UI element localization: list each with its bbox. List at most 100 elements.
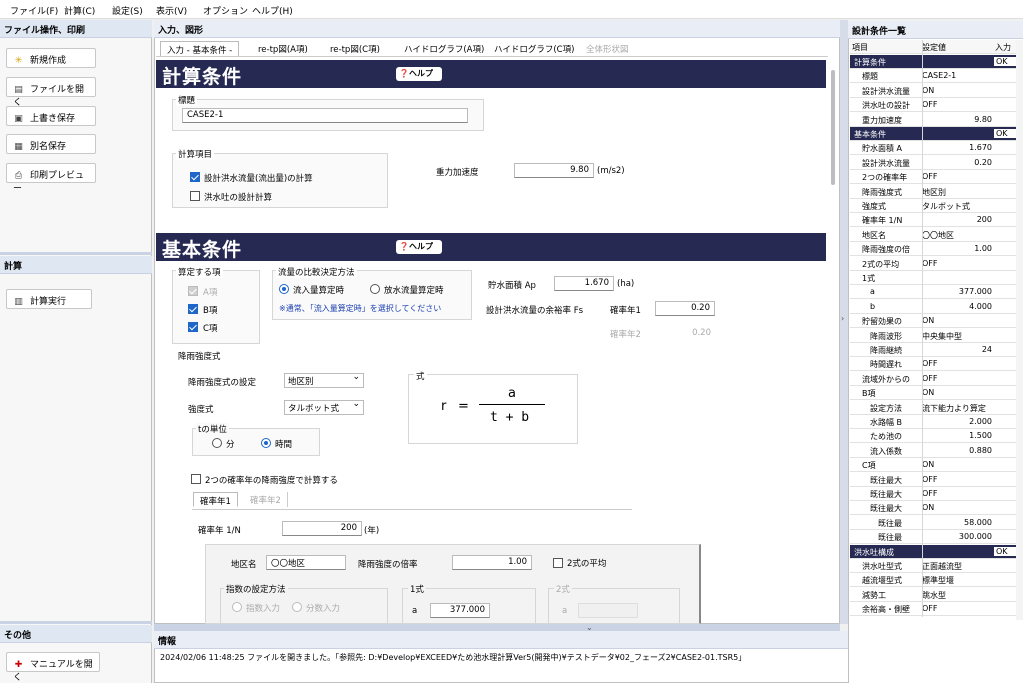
grid-row[interactable]: 既往最 300.000: [850, 530, 1022, 545]
grid-group-row[interactable]: 計算条件 OK: [850, 55, 1022, 69]
splitter[interactable]: [154, 624, 840, 631]
prob2-label: 確率年2: [610, 330, 641, 340]
menu-file[interactable]: ファイル(F): [10, 4, 58, 17]
rain-setting-select[interactable]: 地区別: [284, 372, 364, 388]
grid-row[interactable]: 貯水面積 A 1.670: [850, 141, 1022, 156]
t-minute-radio[interactable]: [212, 438, 222, 448]
save-as-button[interactable]: ▦ 別名保存: [6, 134, 96, 154]
grid-row[interactable]: 既往最 58.000: [850, 516, 1022, 530]
col-value: 設定値: [922, 43, 946, 52]
grid-row[interactable]: 貯留効果の ON: [850, 314, 1022, 329]
area-input[interactable]: 1.670: [554, 276, 614, 291]
grid-row[interactable]: 水路幅 B 2.000: [850, 415, 1022, 429]
grid-row[interactable]: 余裕高・側壁 OFF: [850, 602, 1022, 617]
grid-item-label: a: [870, 287, 875, 297]
grid-item-label: 洪水吐の設計: [862, 101, 910, 111]
grid-row[interactable]: ため池の 1.500: [850, 429, 1022, 444]
help-button[interactable]: ❓ヘルプ: [396, 240, 442, 254]
grid-group-row[interactable]: 洪水吐構成 OK: [850, 544, 1022, 559]
grid-item-label: 既往最: [878, 533, 902, 543]
tab-overall[interactable]: 全体形状図: [580, 41, 635, 56]
spillway-checkbox[interactable]: [190, 191, 200, 201]
grid-row[interactable]: 2式の平均 OFF: [850, 257, 1022, 271]
grid-row[interactable]: 流入係数 0.880: [850, 444, 1022, 458]
grid-row[interactable]: b 4.000: [850, 300, 1022, 314]
menu-options[interactable]: オプション: [203, 4, 248, 17]
formula1-a-input[interactable]: 377.000: [430, 603, 490, 618]
grid-row[interactable]: 降雨強度の倍 1.00: [850, 242, 1022, 257]
grid-row[interactable]: 既往最大 OFF: [850, 473, 1022, 487]
save-button[interactable]: ▣ 上書き保存: [6, 106, 96, 126]
gravity-input[interactable]: 9.80: [514, 163, 594, 178]
menu-calc[interactable]: 計算(C): [64, 4, 95, 17]
menu-settings[interactable]: 設定(S): [112, 4, 143, 17]
scrollbar-thumb[interactable]: [831, 70, 835, 185]
open-button[interactable]: ▤ ファイルを開く: [6, 77, 96, 108]
grid-row[interactable]: 既往最大 ON: [850, 501, 1022, 516]
grid-row[interactable]: 時間遅れ OFF: [850, 357, 1022, 372]
index-input-radio[interactable]: [232, 602, 242, 612]
menu-view[interactable]: 表示(V): [156, 4, 187, 17]
grid-row[interactable]: C項 ON: [850, 458, 1022, 473]
grid-row[interactable]: 降雨強度式 地区別: [850, 185, 1022, 199]
item-a-checkbox[interactable]: [188, 286, 198, 296]
intensity-select[interactable]: タルボット式: [284, 399, 364, 415]
grid-row[interactable]: 設計洪水流量 ON: [850, 84, 1022, 98]
save-as-icon: ▦: [14, 142, 23, 152]
grid-row[interactable]: 降雨継続 24: [850, 343, 1022, 357]
grid-row[interactable]: B項 ON: [850, 386, 1022, 401]
fraction-input-radio[interactable]: [292, 602, 302, 612]
grid-row[interactable]: 降雨波形 中央集中型: [850, 329, 1022, 343]
help-button[interactable]: ❓ヘルプ: [396, 67, 442, 81]
grid-row[interactable]: 確率年 1/N 200: [850, 213, 1022, 228]
grid-row[interactable]: 既往最大 OFF: [850, 487, 1022, 501]
inflow-radio[interactable]: [279, 284, 289, 294]
grid-item-value: タルボット式: [922, 202, 970, 211]
splitter[interactable]: [0, 252, 152, 255]
district-input[interactable]: 〇〇地区: [266, 555, 346, 570]
return-period-input[interactable]: 200: [282, 521, 362, 536]
grid-row[interactable]: 1式: [850, 271, 1022, 285]
title-input[interactable]: CASE2-1: [182, 108, 468, 123]
outflow-radio[interactable]: [370, 284, 380, 294]
grid-row[interactable]: 強度式 タルボット式: [850, 199, 1022, 213]
grid-row[interactable]: 洪水吐型式 正面越流型: [850, 559, 1022, 573]
prob1-input[interactable]: 0.20: [655, 301, 715, 316]
two-prob-checkbox[interactable]: [191, 474, 201, 484]
grid-group-row[interactable]: 基本条件 OK: [850, 127, 1022, 141]
grid-row[interactable]: 設計洪水流量 0.20: [850, 156, 1022, 170]
tab-hydro-c[interactable]: ハイドログラフ(C項): [488, 41, 580, 56]
new-button[interactable]: ✳ 新規作成: [6, 48, 96, 68]
grid-row[interactable]: 重力加速度 9.80: [850, 113, 1022, 127]
multiplier-input[interactable]: 1.00: [452, 555, 532, 570]
grid-row[interactable]: 越流堰型式 標準型堰: [850, 573, 1022, 588]
grid-row[interactable]: a 377.000: [850, 285, 1022, 300]
open-manual-button[interactable]: ✚ マニュアルを開く: [6, 652, 100, 683]
grid-row[interactable]: 地区名 〇〇地区: [850, 228, 1022, 242]
flood-flow-checkbox[interactable]: [190, 172, 200, 182]
grid-row[interactable]: 標題 CASE2-1: [850, 69, 1022, 84]
grid-row[interactable]: 設定方法 流下能力より算定: [850, 401, 1022, 415]
avg-checkbox[interactable]: [553, 558, 563, 568]
item-b-checkbox[interactable]: [188, 304, 198, 314]
menu-help[interactable]: ヘルプ(H): [252, 4, 293, 17]
grid-row[interactable]: 減勢工 跳水型: [850, 588, 1022, 602]
grid-scrollbar[interactable]: [1016, 40, 1023, 620]
tab-input[interactable]: 入力 - 基本条件 -: [160, 41, 240, 56]
grid-item-label: 洪水吐型式: [862, 562, 902, 571]
chevron-right-icon[interactable]: ›: [841, 314, 844, 323]
formula2-a-input[interactable]: [578, 603, 638, 618]
item-c-checkbox[interactable]: [188, 322, 198, 332]
subtab-prob2[interactable]: 確率年2: [244, 492, 288, 507]
t-hour-radio[interactable]: [261, 438, 271, 448]
tab-re-tp-c[interactable]: re-tp図(C項): [324, 41, 386, 56]
tab-hydro-a[interactable]: ハイドログラフ(A項): [398, 41, 490, 56]
grid-row[interactable]: 流域外からの OFF: [850, 372, 1022, 386]
run-calc-button[interactable]: ▥ 計算実行: [6, 289, 92, 309]
subtab-prob1[interactable]: 確率年1: [193, 492, 238, 507]
grid-row[interactable]: 2つの確率年 OFF: [850, 170, 1022, 185]
print-preview-button[interactable]: ⎙ 印刷プレビュー: [6, 163, 96, 194]
splitter[interactable]: [0, 621, 152, 624]
tab-re-tp-a[interactable]: re-tp図(A項): [252, 41, 314, 56]
grid-row[interactable]: 洪水吐の設計 OFF: [850, 98, 1022, 113]
